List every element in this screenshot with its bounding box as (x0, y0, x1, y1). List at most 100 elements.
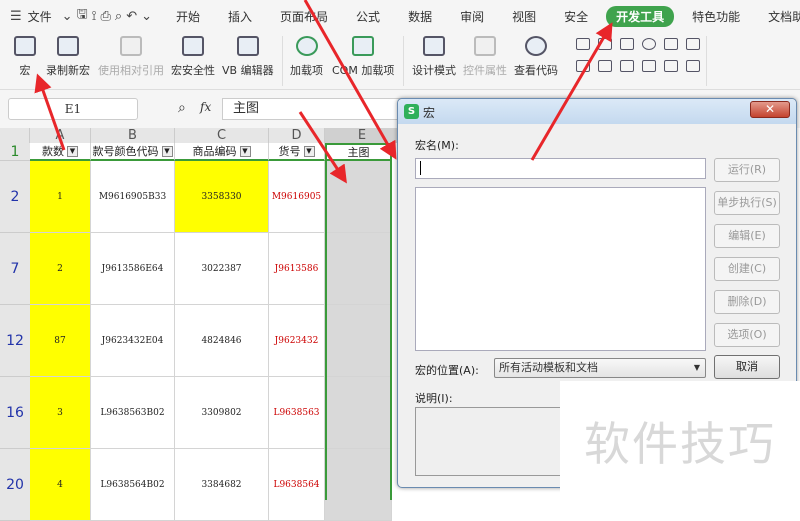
com-addins-button[interactable]: COM 加载项 (332, 36, 394, 78)
table-cell[interactable]: 2 (30, 233, 91, 305)
tab-formula[interactable]: 公式 (346, 6, 390, 27)
location-select[interactable]: 所有活动模板和文档 ▼ (494, 358, 706, 378)
save-icon[interactable]: 🖫 (77, 5, 88, 27)
table-cell[interactable]: 4 (30, 449, 91, 521)
filter-dropdown-icon[interactable]: ▼ (67, 145, 78, 157)
image-control-icon[interactable] (664, 60, 678, 72)
row-header[interactable]: 7 (0, 233, 30, 305)
table-cell[interactable]: M9616905 (269, 161, 325, 233)
select-all-corner[interactable] (0, 128, 30, 143)
table-cell[interactable]: 87 (30, 305, 91, 377)
table-cell[interactable]: L9638564B02 (91, 449, 175, 521)
macro-name-input[interactable] (415, 158, 706, 179)
table-cell[interactable] (325, 161, 392, 233)
view-code-button[interactable]: 查看代码 (514, 36, 558, 78)
step-into-button[interactable]: 单步执行(S) (714, 191, 780, 215)
table-cell[interactable] (325, 377, 392, 449)
tab-page-layout[interactable]: 页面布局 (270, 6, 338, 27)
control-properties-button[interactable]: 控件属性 (463, 36, 507, 78)
column-header-e[interactable]: E (325, 128, 400, 143)
radio-control-icon[interactable] (642, 38, 656, 50)
tab-data[interactable]: 数据 (398, 6, 442, 27)
relative-reference-button[interactable]: 使用相对引用 (98, 36, 164, 78)
format-painter-icon[interactable]: ⟟ (92, 9, 97, 24)
table-cell[interactable]: 4824846 (175, 305, 269, 377)
tab-start[interactable]: 开始 (166, 6, 210, 27)
formula-input[interactable]: 主图 (222, 98, 402, 120)
table-cell[interactable]: 3358330 (175, 161, 269, 233)
header-cell[interactable]: 款数 ▼ (30, 143, 91, 161)
filter-dropdown-icon[interactable]: ▼ (303, 145, 315, 157)
table-cell[interactable]: 3 (30, 377, 91, 449)
tab-developer[interactable]: 开发工具 (606, 5, 675, 27)
table-cell[interactable]: J9623432 (269, 305, 325, 377)
table-cell[interactable]: L9638564 (269, 449, 325, 521)
undo-icon[interactable]: ↶ (126, 9, 137, 24)
macro-button[interactable]: 宏 (14, 36, 36, 78)
filter-dropdown-icon[interactable]: ▼ (239, 145, 251, 157)
column-header-c[interactable]: C (175, 128, 269, 143)
table-cell[interactable]: M9616905B33 (91, 161, 175, 233)
tab-insert[interactable]: 插入 (218, 6, 262, 27)
print-preview-icon[interactable]: ⌕ (115, 9, 122, 24)
cancel-button[interactable]: 取消 (714, 355, 780, 379)
row-header[interactable]: 12 (0, 305, 30, 377)
vb-editor-button[interactable]: VB 编辑器 (222, 36, 274, 78)
scrollbar-control-icon[interactable] (664, 38, 678, 50)
row-header[interactable]: 16 (0, 377, 30, 449)
table-cell[interactable]: 3384682 (175, 449, 269, 521)
label-control-icon[interactable] (598, 38, 612, 50)
checkbox-control-icon[interactable] (576, 38, 590, 50)
macro-list[interactable] (415, 187, 706, 351)
macro-security-button[interactable]: 宏安全性 (171, 36, 215, 78)
table-cell[interactable] (325, 233, 392, 305)
header-cell-selected[interactable]: 主图 (325, 143, 392, 161)
chevron-down-icon[interactable]: ⌄ (62, 9, 73, 24)
table-cell[interactable]: L9638563B02 (91, 377, 175, 449)
more-icon[interactable]: ⌄ (141, 9, 152, 24)
tab-security[interactable]: 安全 (554, 6, 598, 27)
print-icon[interactable]: ⎙ (101, 9, 111, 24)
column-header-a[interactable]: A (30, 128, 91, 143)
table-cell[interactable] (325, 449, 392, 521)
tab-features[interactable]: 特色功能 (682, 6, 750, 27)
design-mode-button[interactable]: 设计模式 (412, 36, 456, 78)
filter-dropdown-icon[interactable]: ▼ (161, 145, 173, 157)
textbox-control-icon[interactable] (620, 38, 634, 50)
more-controls-icon[interactable] (686, 60, 700, 72)
spinner-control-icon[interactable] (598, 60, 612, 72)
tab-doc-assistant[interactable]: 文档助手 (758, 6, 800, 27)
toggle-control-icon[interactable] (620, 60, 634, 72)
header-cell[interactable]: 商品编码 ▼ (175, 143, 269, 161)
tab-view[interactable]: 视图 (502, 6, 546, 27)
close-button[interactable]: ✕ (750, 101, 790, 118)
zoom-icon[interactable]: ⌕ (178, 100, 186, 116)
table-cell[interactable]: J9613586 (269, 233, 325, 305)
file-menu[interactable]: 文件 (26, 6, 54, 27)
listbox-control-icon[interactable] (686, 38, 700, 50)
run-button[interactable]: 运行(R) (714, 158, 780, 182)
edit-button[interactable]: 编辑(E) (714, 224, 780, 248)
table-cell[interactable] (325, 305, 392, 377)
row-header[interactable]: 20 (0, 449, 30, 521)
column-header-b[interactable]: B (91, 128, 175, 143)
table-cell[interactable]: 3022387 (175, 233, 269, 305)
row-header[interactable]: 2 (0, 161, 30, 233)
table-cell[interactable]: 3309802 (175, 377, 269, 449)
table-cell[interactable]: 1 (30, 161, 91, 233)
record-macro-button[interactable]: 录制新宏 (46, 36, 90, 78)
frame-control-icon[interactable] (642, 60, 656, 72)
options-button[interactable]: 选项(O) (714, 323, 780, 347)
header-cell[interactable]: 款号颜色代码 ▼ (91, 143, 175, 161)
addins-button[interactable]: 加载项 (290, 36, 323, 78)
fx-icon[interactable]: fx (200, 100, 211, 114)
tab-review[interactable]: 审阅 (450, 6, 494, 27)
column-header-d[interactable]: D (269, 128, 325, 143)
table-cell[interactable]: J9623432E04 (91, 305, 175, 377)
name-box[interactable]: E1 (8, 98, 138, 120)
hamburger-icon[interactable]: ☰ (10, 9, 22, 24)
row-header[interactable]: 1 (0, 143, 30, 161)
header-cell[interactable]: 货号 ▼ (269, 143, 325, 161)
button-control-icon[interactable] (576, 60, 590, 72)
table-cell[interactable]: L9638563 (269, 377, 325, 449)
